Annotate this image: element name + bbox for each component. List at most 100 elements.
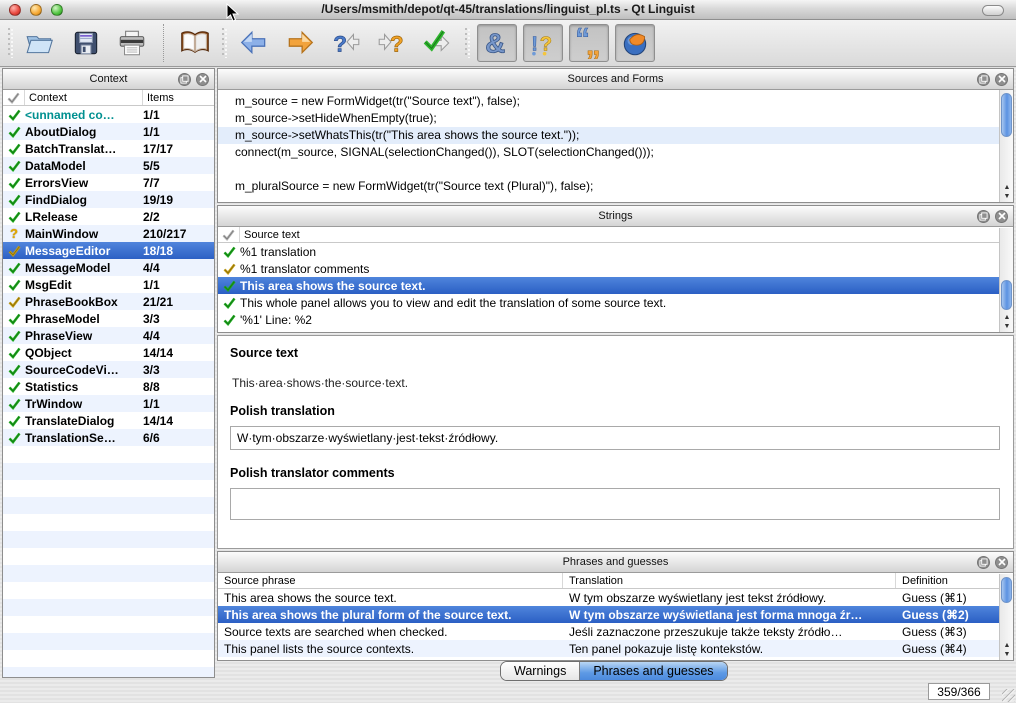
context-row[interactable]: AboutDialog1/1 bbox=[3, 123, 214, 140]
scroll-up-icon: ▲ bbox=[1004, 184, 1011, 191]
toolbar-print-button[interactable] bbox=[112, 24, 152, 62]
context-items-count: 3/3 bbox=[143, 363, 214, 377]
translation-column-header: Translation bbox=[563, 573, 896, 588]
context-row[interactable]: FindDialog19/19 bbox=[3, 191, 214, 208]
phrases-scrollbar[interactable]: ▲▼ bbox=[999, 574, 1013, 660]
context-row[interactable]: TrWindow1/1 bbox=[3, 395, 214, 412]
sources-scrollbar[interactable]: ▲▼ bbox=[999, 90, 1013, 202]
scrollbar-thumb[interactable] bbox=[1001, 93, 1012, 137]
float-panel-icon[interactable] bbox=[977, 556, 990, 569]
strings-table-header[interactable]: Source text bbox=[218, 227, 1013, 243]
string-row[interactable]: '%1' Line: %2 bbox=[218, 311, 1013, 328]
context-name: TranslateDialog bbox=[25, 414, 143, 428]
context-items-count: 1/1 bbox=[143, 397, 214, 411]
phrase-guess-row[interactable]: This panel lists the source contexts.Ten… bbox=[218, 640, 1013, 657]
check-column-header-icon bbox=[3, 90, 25, 105]
context-empty-row bbox=[3, 463, 214, 480]
context-row[interactable]: ?MainWindow210/217 bbox=[3, 225, 214, 242]
toolbar-prev-unfinished-button[interactable]: ? bbox=[326, 24, 366, 62]
toolbar-next-button[interactable] bbox=[280, 24, 320, 62]
phrase-definition: Guess (⌘4) bbox=[896, 642, 1013, 656]
sources-panel-header[interactable]: Sources and Forms bbox=[218, 69, 1013, 90]
svg-text:?: ? bbox=[333, 32, 347, 57]
phrases-panel-header[interactable]: Phrases and guesses bbox=[218, 552, 1013, 573]
toolbar-prev-button[interactable] bbox=[234, 24, 274, 62]
toolbar-accelerators-button[interactable]: & bbox=[477, 24, 517, 62]
context-name: LRelease bbox=[25, 210, 143, 224]
phrases-table-header[interactable]: Source phrase Translation Definition bbox=[218, 573, 1013, 589]
float-panel-icon[interactable] bbox=[977, 73, 990, 86]
context-table-header[interactable]: Context Items bbox=[3, 90, 214, 106]
string-row[interactable]: %1 translation bbox=[218, 243, 1013, 260]
context-items-count: 210/217 bbox=[143, 227, 214, 241]
ok-check-icon bbox=[8, 211, 21, 223]
toolbar-save-button[interactable] bbox=[66, 24, 106, 62]
toolbar-phrasebook-button[interactable] bbox=[175, 24, 215, 62]
phrases-panel-title: Phrases and guesses bbox=[563, 556, 669, 568]
sources-panel-title: Sources and Forms bbox=[568, 73, 664, 85]
title-bar[interactable]: /Users/msmith/depot/qt-45/translations/l… bbox=[0, 0, 1016, 20]
tab-warnings[interactable]: Warnings bbox=[501, 662, 579, 680]
toolbar-phrase-matches-button[interactable]: “„ bbox=[569, 24, 609, 62]
close-panel-icon[interactable] bbox=[995, 73, 1008, 86]
items-column-header: Items bbox=[143, 90, 214, 105]
toolbar-open-button[interactable] bbox=[20, 24, 60, 62]
marker-ball-icon bbox=[619, 27, 651, 59]
context-row[interactable]: TranslationSe…6/6 bbox=[3, 429, 214, 446]
phrase-guess-row[interactable]: This area shows the source text.W tym ob… bbox=[218, 589, 1013, 606]
scrollbar-thumb[interactable] bbox=[1001, 577, 1012, 603]
close-panel-icon[interactable] bbox=[196, 73, 209, 86]
phrase-guess-row[interactable]: This area shows the plural form of the s… bbox=[218, 606, 1013, 623]
resize-grip[interactable] bbox=[1002, 689, 1015, 702]
context-items-count: 2/2 bbox=[143, 210, 214, 224]
toolbar-drag-handle[interactable] bbox=[7, 28, 14, 58]
toolbar-drag-handle[interactable] bbox=[464, 28, 471, 58]
close-panel-icon[interactable] bbox=[995, 210, 1008, 223]
string-row[interactable]: This area shows the source text. bbox=[218, 277, 1013, 294]
phrase-guess-row[interactable]: Source texts are searched when checked.J… bbox=[218, 623, 1013, 640]
context-row[interactable]: MessageEditor18/18 bbox=[3, 242, 214, 259]
context-items-count: 21/21 bbox=[143, 295, 214, 309]
phrase-translation: W tym obszarze wyświetlana jest forma mn… bbox=[563, 608, 896, 622]
phrase-source: This area shows the plural form of the s… bbox=[218, 608, 563, 622]
arrow-left-icon bbox=[238, 27, 270, 59]
polish-translation-input[interactable]: W·tym·obszarze·wyświetlany·jest·tekst·źr… bbox=[230, 426, 1000, 450]
context-row[interactable]: MsgEdit1/1 bbox=[3, 276, 214, 293]
context-row[interactable]: LRelease2/2 bbox=[3, 208, 214, 225]
string-row[interactable]: %1 translator comments bbox=[218, 260, 1013, 277]
ok-check-icon bbox=[8, 126, 21, 138]
float-panel-icon[interactable] bbox=[178, 73, 191, 86]
scrollbar-thumb[interactable] bbox=[1001, 280, 1012, 310]
context-row[interactable]: PhraseBookBox21/21 bbox=[3, 293, 214, 310]
strings-scrollbar[interactable]: ▲▼ bbox=[999, 228, 1013, 332]
context-row[interactable]: <unnamed co…1/1 bbox=[3, 106, 214, 123]
context-row[interactable]: PhraseView4/4 bbox=[3, 327, 214, 344]
context-row[interactable]: TranslateDialog14/14 bbox=[3, 412, 214, 429]
context-empty-row bbox=[3, 480, 214, 497]
context-row[interactable]: ErrorsView7/7 bbox=[3, 174, 214, 191]
toolbar-done-and-next-button[interactable] bbox=[418, 24, 458, 62]
toolbar-drag-handle[interactable] bbox=[221, 28, 228, 58]
toolbar-next-unfinished-button[interactable]: ? bbox=[372, 24, 412, 62]
toolbar-toggle-pill-button[interactable] bbox=[982, 5, 1004, 16]
context-row[interactable]: MessageModel4/4 bbox=[3, 259, 214, 276]
context-row[interactable]: Statistics8/8 bbox=[3, 378, 214, 395]
context-row[interactable]: QObject14/14 bbox=[3, 344, 214, 361]
context-row[interactable]: DataModel5/5 bbox=[3, 157, 214, 174]
context-panel-header[interactable]: Context bbox=[3, 69, 214, 90]
source-code-view[interactable]: m_source = new FormWidget(tr("Source tex… bbox=[218, 90, 1013, 202]
strings-panel-header[interactable]: Strings bbox=[218, 206, 1013, 227]
context-row[interactable]: BatchTranslat…17/17 bbox=[3, 140, 214, 157]
toolbar-ending-punctuation-button[interactable]: !? bbox=[523, 24, 563, 62]
toolbar-place-markers-button[interactable] bbox=[615, 24, 655, 62]
strings-panel-title: Strings bbox=[598, 210, 632, 222]
context-empty-row bbox=[3, 582, 214, 599]
close-panel-icon[interactable] bbox=[995, 556, 1008, 569]
context-row[interactable]: PhraseModel3/3 bbox=[3, 310, 214, 327]
tab-phrases-and-guesses[interactable]: Phrases and guesses bbox=[579, 662, 726, 680]
context-row[interactable]: SourceCodeVi…3/3 bbox=[3, 361, 214, 378]
string-row[interactable]: This whole panel allows you to view and … bbox=[218, 294, 1013, 311]
string-source-text: %1 translator comments bbox=[240, 262, 369, 276]
float-panel-icon[interactable] bbox=[977, 210, 990, 223]
polish-translator-comments-input[interactable] bbox=[230, 488, 1000, 520]
